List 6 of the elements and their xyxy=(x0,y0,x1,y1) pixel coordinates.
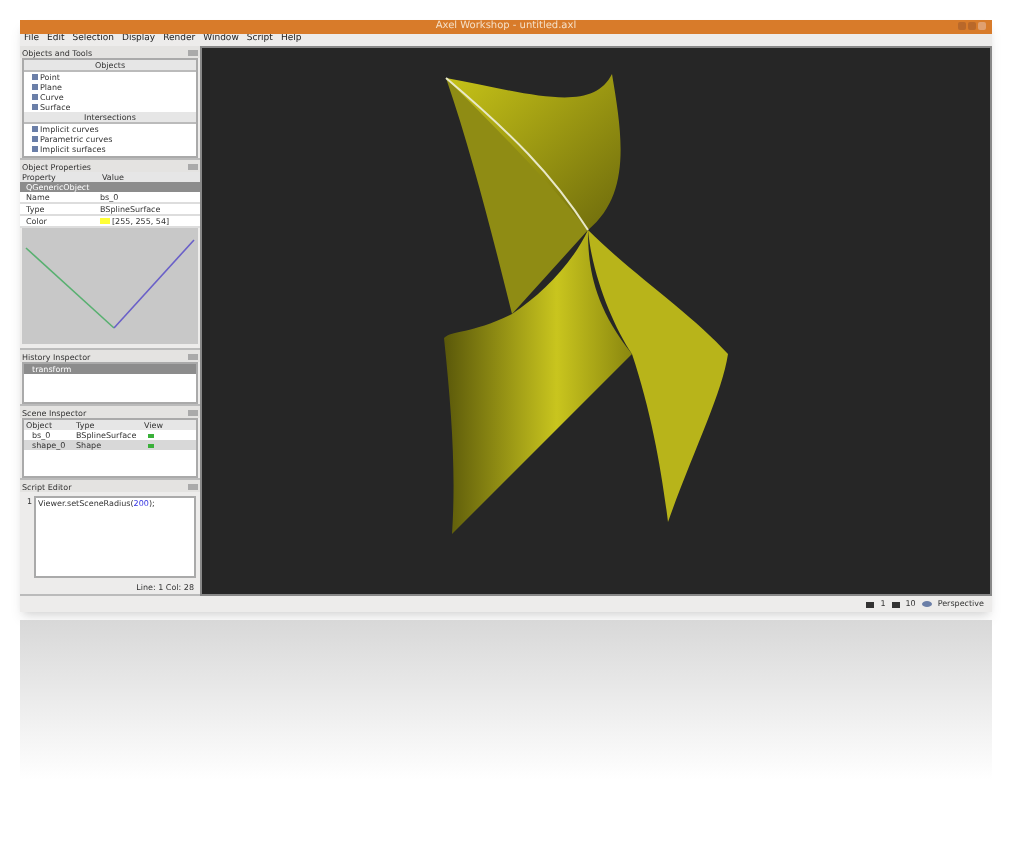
close-button[interactable] xyxy=(978,22,986,30)
color-swatch[interactable] xyxy=(100,218,110,224)
minimize-button[interactable] xyxy=(958,22,966,30)
eye-icon xyxy=(921,600,932,608)
maximize-button[interactable] xyxy=(968,22,976,30)
3d-viewport[interactable] xyxy=(200,46,992,596)
